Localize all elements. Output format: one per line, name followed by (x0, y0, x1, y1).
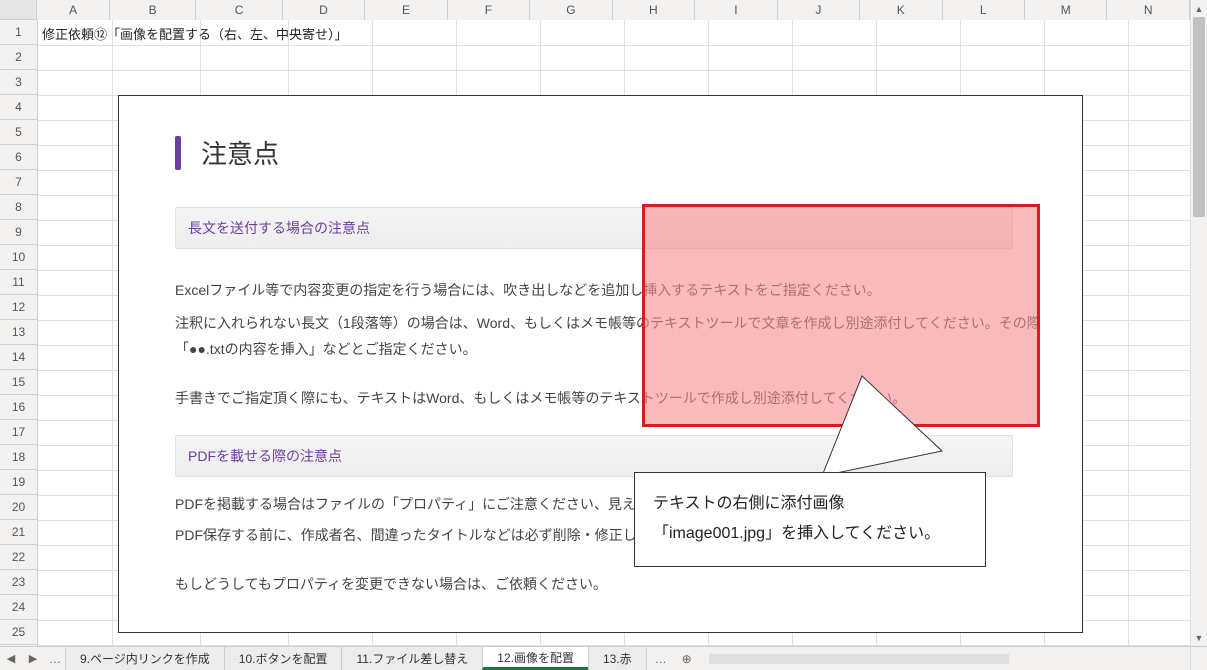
row-header-25[interactable]: 25 (0, 620, 37, 645)
row-header-1[interactable]: 1 (0, 20, 37, 45)
hscroll-track[interactable] (709, 654, 1009, 664)
row-headers: 1234567891011121314151617181920212223242… (0, 20, 38, 646)
workbook: ABCDEFGHIJKLMN 1234567891011121314151617… (0, 0, 1207, 670)
column-header-A[interactable]: A (37, 0, 110, 20)
gridline-v (112, 20, 113, 646)
heading-text: 注意点 (201, 134, 279, 171)
scroll-up-button[interactable]: ▲ (1191, 0, 1207, 17)
sheet-tab-2[interactable]: 11.ファイル差し替え (341, 647, 483, 670)
row-header-15[interactable]: 15 (0, 370, 37, 395)
column-header-L[interactable]: L (943, 0, 1025, 20)
column-header-F[interactable]: F (448, 0, 530, 20)
row-header-18[interactable]: 18 (0, 445, 37, 470)
scroll-track[interactable] (1191, 17, 1207, 629)
row-header-20[interactable]: 20 (0, 495, 37, 520)
column-header-M[interactable]: M (1025, 0, 1107, 20)
paragraph-6: もしどうしてもプロパティを変更できない場合は、ご依頼ください。 (175, 571, 1052, 598)
row-header-11[interactable]: 11 (0, 270, 37, 295)
column-header-G[interactable]: G (530, 0, 612, 20)
grid-area: ABCDEFGHIJKLMN 1234567891011121314151617… (0, 0, 1190, 646)
row-header-4[interactable]: 4 (0, 95, 37, 120)
scroll-corner (1190, 646, 1207, 670)
heading-accent-bar (175, 136, 181, 170)
row-header-14[interactable]: 14 (0, 345, 37, 370)
vertical-scrollbar[interactable]: ▲ ▼ (1190, 0, 1207, 646)
gridline-h (38, 45, 1190, 46)
row-header-9[interactable]: 9 (0, 220, 37, 245)
callout-box[interactable]: テキストの右側に添付画像 「image001.jpg」を挿入してください。 (634, 472, 986, 567)
callout-leader-line (822, 376, 982, 486)
column-headers: ABCDEFGHIJKLMN (0, 0, 1190, 20)
row-header-10[interactable]: 10 (0, 245, 37, 270)
row-header-19[interactable]: 19 (0, 470, 37, 495)
callout-line-1: テキストの右側に添付画像 (653, 489, 967, 519)
column-header-E[interactable]: E (365, 0, 447, 20)
sheet-tab-4[interactable]: 13.赤 (588, 647, 647, 670)
row-header-5[interactable]: 5 (0, 120, 37, 145)
column-header-K[interactable]: K (860, 0, 942, 20)
gridline-h (38, 70, 1190, 71)
row-header-21[interactable]: 21 (0, 520, 37, 545)
sheet-tab-0[interactable]: 9.ページ内リンクを作成 (65, 647, 225, 670)
select-all-corner[interactable] (0, 0, 37, 20)
column-header-J[interactable]: J (778, 0, 860, 20)
horizontal-scrollbar[interactable] (699, 647, 1190, 670)
cells-canvas[interactable]: 修正依頼⑫「画像を配置する（右、左、中央寄せ）」 注意点 長文を送付する場合の注… (38, 20, 1190, 646)
tab-overflow-dots[interactable]: … (647, 647, 675, 670)
column-header-H[interactable]: H (613, 0, 695, 20)
sheet-tab-3[interactable]: 12.画像を配置 (482, 647, 589, 670)
scroll-down-button[interactable]: ▼ (1191, 629, 1207, 646)
row-header-13[interactable]: 13 (0, 320, 37, 345)
row-header-8[interactable]: 8 (0, 195, 37, 220)
add-sheet-button[interactable]: ⊕ (675, 647, 699, 670)
column-header-I[interactable]: I (695, 0, 777, 20)
row-header-22[interactable]: 22 (0, 545, 37, 570)
column-header-D[interactable]: D (283, 0, 365, 20)
cell-A1-text: 修正依頼⑫「画像を配置する（右、左、中央寄せ）」 (42, 24, 348, 43)
sheet-tab-bar: ◀ ▶ … 9.ページ内リンクを作成10.ボタンを配置11.ファイル差し替え12… (0, 646, 1190, 670)
tab-nav-prev[interactable]: ◀ (0, 647, 22, 670)
row-header-23[interactable]: 23 (0, 570, 37, 595)
callout-line-2: 「image001.jpg」を挿入してください。 (653, 519, 967, 549)
sheet-tab-1[interactable]: 10.ボタンを配置 (224, 647, 343, 670)
doc-heading: 注意点 (175, 134, 1052, 171)
scroll-thumb[interactable] (1193, 17, 1205, 217)
row-header-3[interactable]: 3 (0, 70, 37, 95)
column-header-C[interactable]: C (196, 0, 282, 20)
row-header-6[interactable]: 6 (0, 145, 37, 170)
tab-nav-next[interactable]: ▶ (22, 647, 44, 670)
row-header-7[interactable]: 7 (0, 170, 37, 195)
row-header-24[interactable]: 24 (0, 595, 37, 620)
tab-nav-dots-left[interactable]: … (44, 647, 66, 670)
row-header-2[interactable]: 2 (0, 45, 37, 70)
row-header-12[interactable]: 12 (0, 295, 37, 320)
column-header-B[interactable]: B (110, 0, 196, 20)
row-header-16[interactable]: 16 (0, 395, 37, 420)
row-header-17[interactable]: 17 (0, 420, 37, 445)
gridline-v (1128, 20, 1129, 646)
column-header-N[interactable]: N (1107, 0, 1189, 20)
